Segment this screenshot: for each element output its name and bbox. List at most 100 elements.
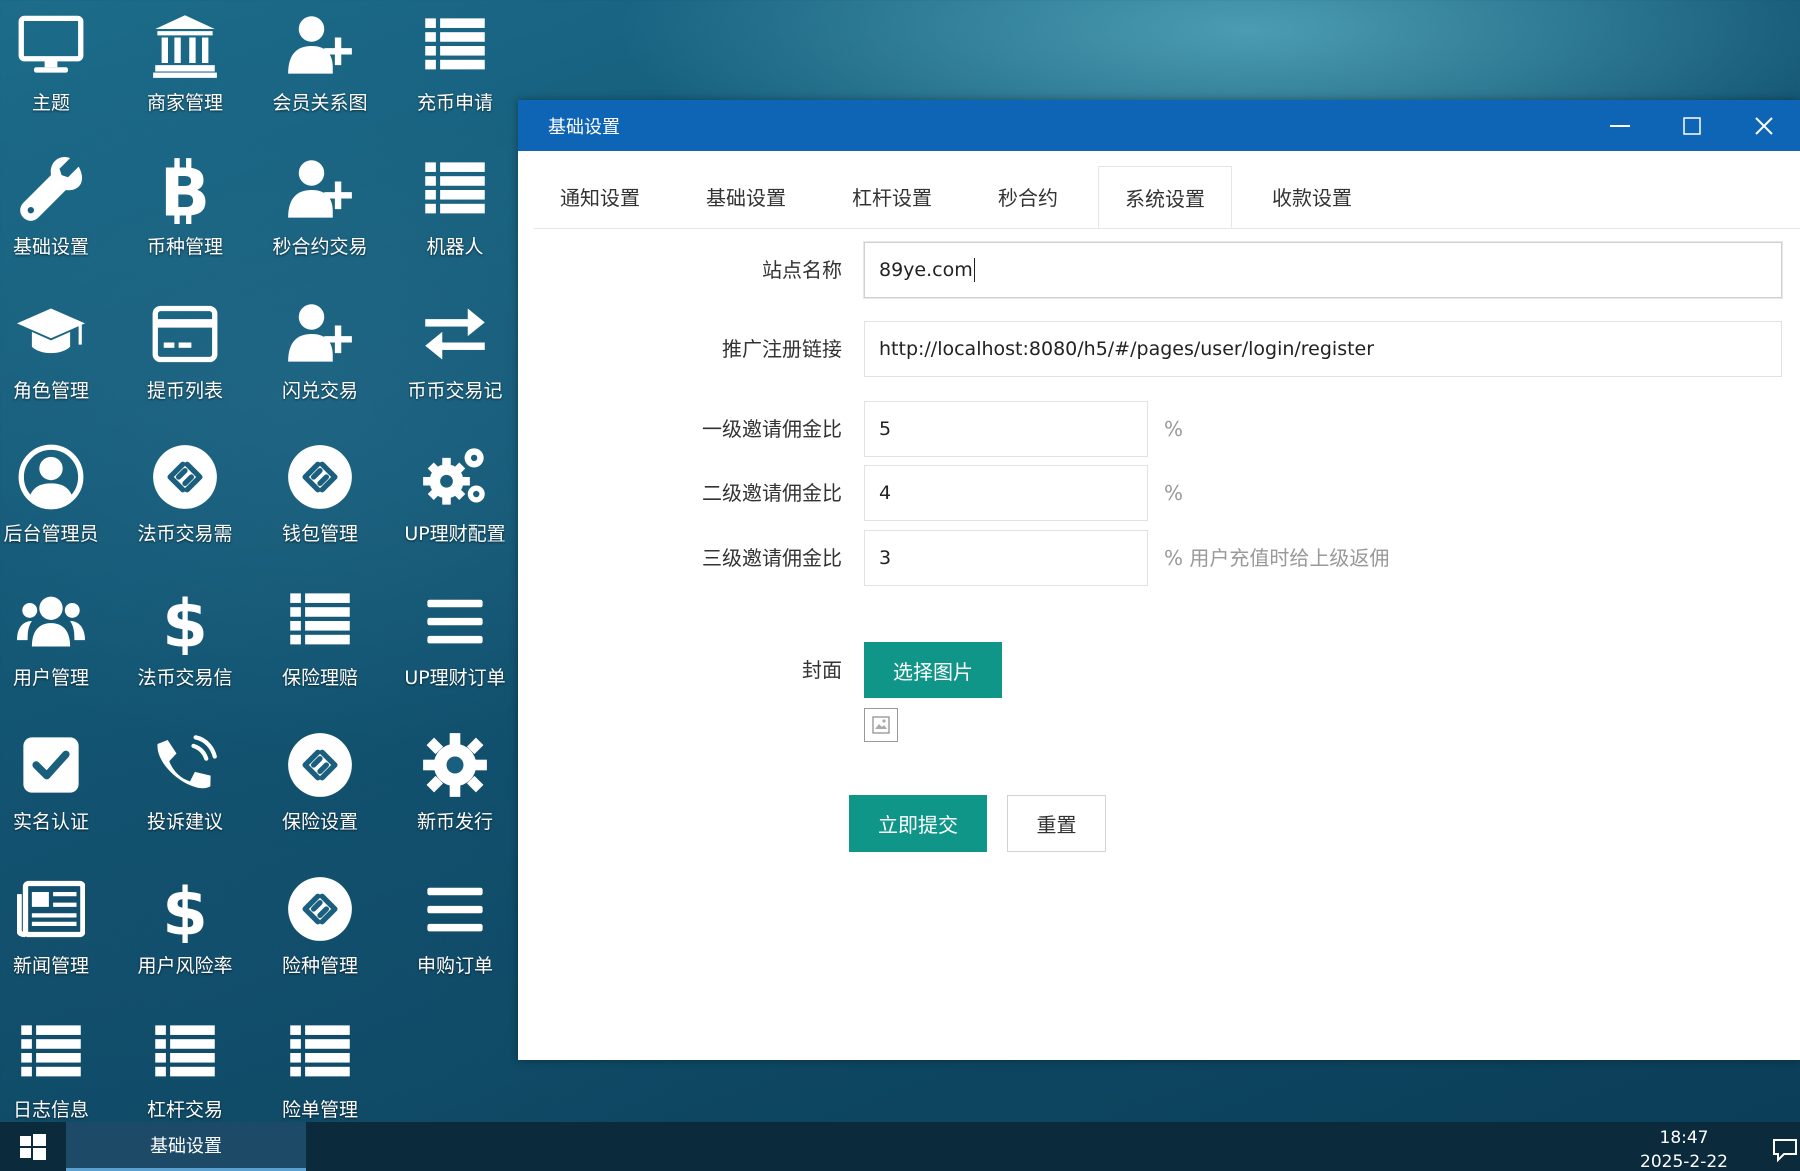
link-circle-icon xyxy=(286,731,354,799)
window-titlebar[interactable]: 基础设置 xyxy=(518,100,1800,151)
desktop-icon-8[interactable]: 机器人 xyxy=(388,144,522,274)
desktop-icon-label: 币币交易记 xyxy=(407,380,503,402)
desktop-icon-16[interactable]: UP理财配置 xyxy=(388,431,522,561)
desktop-icon-21[interactable]: 实名认证 xyxy=(0,719,118,849)
submit-button[interactable]: 立即提交 xyxy=(849,795,987,852)
desktop-icon-23[interactable]: 保险设置 xyxy=(253,719,387,849)
desktop-icon-2[interactable]: 商家管理 xyxy=(118,0,252,130)
desktop-icon-14[interactable]: 法币交易需 xyxy=(118,431,252,561)
desktop-icon-5[interactable]: 基础设置 xyxy=(0,144,118,274)
desktop-icon-label: 基础设置 xyxy=(12,236,89,258)
reset-button[interactable]: 重置 xyxy=(1007,795,1106,852)
level1-commission-value: 5 xyxy=(879,418,892,440)
desktop-icon-24[interactable]: 新币发行 xyxy=(388,719,522,849)
desktop-icon-19[interactable]: 保险理赔 xyxy=(253,575,387,705)
site-name-label: 站点名称 xyxy=(762,258,842,282)
clock-time: 18:47 xyxy=(1659,1128,1709,1148)
tab-system-settings[interactable]: 系统设置 xyxy=(1098,166,1232,228)
desktop-icon-label: 新闻管理 xyxy=(12,955,89,977)
settings-tabs: 通知设置 基础设置 杠杆设置 秒合约 系统设置 收款设置 xyxy=(534,166,1800,229)
system-clock[interactable]: 18:47 2025-2-22 xyxy=(1640,1126,1728,1171)
desktop-icon-29[interactable]: 日志信息 xyxy=(0,1007,118,1137)
minimize-icon xyxy=(1610,124,1630,127)
level2-commission-input[interactable]: 4 xyxy=(864,465,1148,521)
check-square-icon xyxy=(17,731,85,799)
desktop-icon-6[interactable]: 币种管理 xyxy=(118,144,252,274)
gear-icon xyxy=(421,731,489,799)
level1-commission-input[interactable]: 5 xyxy=(864,401,1148,457)
desktop-icon-1[interactable]: 主题 xyxy=(0,0,118,130)
tab-basic-settings[interactable]: 基础设置 xyxy=(680,166,812,226)
desktop-icon-label: 杠杆交易 xyxy=(146,1099,223,1121)
list-icon xyxy=(286,587,354,655)
tab-leverage-settings[interactable]: 杠杆设置 xyxy=(826,166,958,226)
desktop-icon-17[interactable]: 用户管理 xyxy=(0,575,118,705)
list-icon xyxy=(151,1019,219,1087)
exchange-icon xyxy=(421,300,489,368)
desktop-icon-15[interactable]: 钱包管理 xyxy=(253,431,387,561)
maximize-button[interactable] xyxy=(1656,100,1728,151)
gears-icon xyxy=(421,443,489,511)
user-plus-icon xyxy=(286,12,354,80)
bars-icon xyxy=(421,587,489,655)
minimize-button[interactable] xyxy=(1584,100,1656,151)
desktop-icon-28[interactable]: 申购订单 xyxy=(388,863,522,993)
site-name-input[interactable]: 89ye.com xyxy=(864,242,1782,298)
desktop-icon-25[interactable]: 新闻管理 xyxy=(0,863,118,993)
desktop-icon-3[interactable]: 会员关系图 xyxy=(253,0,387,130)
desktop-icon-4[interactable]: 充币申请 xyxy=(388,0,522,130)
desktop-icon-7[interactable]: 秒合约交易 xyxy=(253,144,387,274)
newspaper-icon xyxy=(17,875,85,943)
link-circle-icon xyxy=(151,443,219,511)
wrench-icon xyxy=(17,156,85,224)
tab-notification-settings[interactable]: 通知设置 xyxy=(534,166,666,226)
start-button[interactable] xyxy=(0,1122,66,1171)
desktop-icon-label: 法币交易信 xyxy=(137,667,233,689)
desktop-icon-12[interactable]: 币币交易记 xyxy=(388,288,522,418)
desktop-icon-label: 用户风险率 xyxy=(137,955,233,977)
desktop-icon-label: 法币交易需 xyxy=(137,523,233,545)
desktop-icon-label: 钱包管理 xyxy=(281,523,358,545)
tab-payment-settings[interactable]: 收款设置 xyxy=(1246,166,1378,226)
desktop-icon-label: 保险设置 xyxy=(281,811,358,833)
desktop-icon-11[interactable]: 闪兑交易 xyxy=(253,288,387,418)
list-icon xyxy=(286,1019,354,1087)
close-button[interactable] xyxy=(1728,100,1800,151)
window-title: 基础设置 xyxy=(548,116,620,138)
desktop-icon-9[interactable]: 角色管理 xyxy=(0,288,118,418)
choose-image-button[interactable]: 选择图片 xyxy=(864,642,1002,698)
notification-icon[interactable] xyxy=(1770,1134,1800,1164)
promo-link-input[interactable]: http://localhost:8080/h5/#/pages/user/lo… xyxy=(864,321,1782,377)
user-circle-icon xyxy=(17,443,85,511)
desktop-icon-label: 提币列表 xyxy=(146,380,223,402)
graduation-cap-icon xyxy=(17,300,85,368)
windows-logo-icon xyxy=(20,1133,46,1160)
cover-thumbnail[interactable] xyxy=(864,708,898,742)
desktop-icon-label: 币种管理 xyxy=(146,236,223,258)
desktop-icon-10[interactable]: 提币列表 xyxy=(118,288,252,418)
desktop-icon-18[interactable]: 法币交易信 xyxy=(118,575,252,705)
desktop-icon-label: 申购订单 xyxy=(416,955,493,977)
level1-commission-label: 一级邀请佣金比 xyxy=(702,417,842,441)
list-icon xyxy=(17,1019,85,1087)
desktop-icon-30[interactable]: 杠杆交易 xyxy=(118,1007,252,1137)
tab-second-contract[interactable]: 秒合约 xyxy=(972,166,1084,226)
desktop-icon-27[interactable]: 险种管理 xyxy=(253,863,387,993)
desktop-icon-label: 投诉建议 xyxy=(146,811,223,833)
taskbar: 基础设置 18:47 2025-2-22 xyxy=(0,1122,1800,1171)
desktop-icon-label: 角色管理 xyxy=(12,380,89,402)
desktop-icon-13[interactable]: 后台管理员 xyxy=(0,431,118,561)
desktop-icon-26[interactable]: 用户风险率 xyxy=(118,863,252,993)
taskbar-item-basic-settings[interactable]: 基础设置 xyxy=(66,1122,306,1171)
desktop-icon-31[interactable]: 险单管理 xyxy=(253,1007,387,1137)
desktop-icon-label: 闪兑交易 xyxy=(281,380,358,402)
cover-label: 封面 xyxy=(802,658,842,682)
link-circle-icon xyxy=(286,443,354,511)
desktop-icon-label: 险种管理 xyxy=(281,955,358,977)
desktop-icon-label: UP理财订单 xyxy=(404,667,506,689)
maximize-icon xyxy=(1683,116,1701,135)
level3-commission-label: 三级邀请佣金比 xyxy=(702,546,842,570)
level3-commission-input[interactable]: 3 xyxy=(864,530,1148,586)
desktop-icon-20[interactable]: UP理财订单 xyxy=(388,575,522,705)
desktop-icon-22[interactable]: 投诉建议 xyxy=(118,719,252,849)
